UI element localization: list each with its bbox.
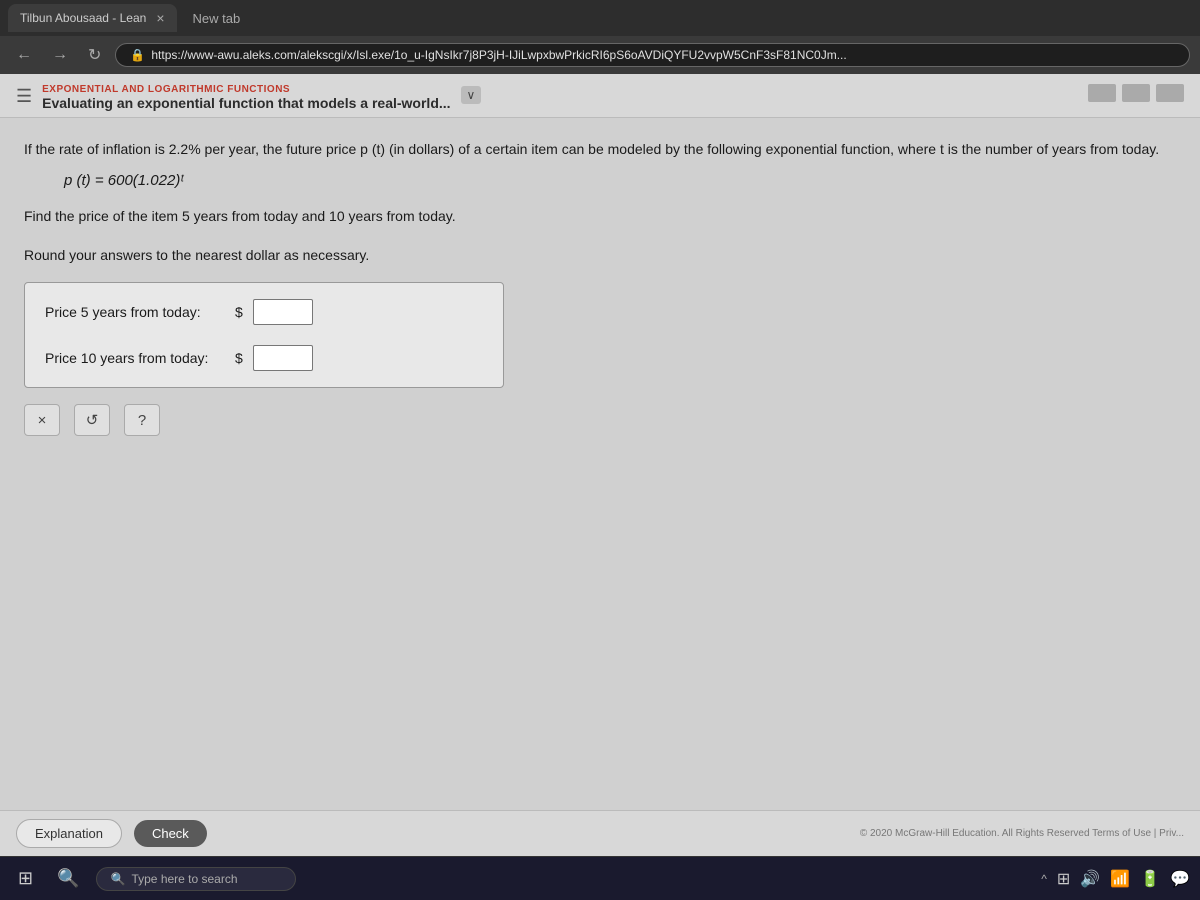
control-box-2 bbox=[1122, 84, 1150, 102]
control-box-3 bbox=[1156, 84, 1184, 102]
back-button[interactable]: ← bbox=[10, 44, 38, 66]
price-5-dollar: $ bbox=[235, 304, 243, 320]
aleks-header: ☰ EXPONENTIAL AND LOGARITHMIC FUNCTIONS … bbox=[0, 74, 1200, 118]
copyright-text: © 2020 McGraw-Hill Education. All Rights… bbox=[860, 828, 1184, 839]
taskbar-search-placeholder: Type here to search bbox=[131, 872, 237, 886]
undo-button[interactable]: ↺ bbox=[74, 404, 110, 436]
hamburger-icon[interactable]: ☰ bbox=[16, 86, 32, 107]
taskbar-icons: ^ ⊞ 🔊 📶 🔋 💬 bbox=[1041, 869, 1190, 889]
bottom-bar: Explanation Check © 2020 McGraw-Hill Edu… bbox=[0, 810, 1200, 856]
taskbar-search-bar[interactable]: 🔍 Type here to search bbox=[96, 867, 296, 891]
explanation-button[interactable]: Explanation bbox=[16, 819, 122, 848]
help-button[interactable]: ? bbox=[124, 404, 160, 436]
taskbar-icon-1[interactable]: ⊞ bbox=[1057, 869, 1070, 889]
address-text: https://www-awu.aleks.com/alekscgi/x/Isl… bbox=[151, 48, 846, 62]
price-10-dollar: $ bbox=[235, 350, 243, 366]
content-area: If the rate of inflation is 2.2% per yea… bbox=[0, 118, 1200, 810]
new-tab-button[interactable]: New tab bbox=[185, 7, 249, 30]
main-area: ☰ EXPONENTIAL AND LOGARITHMIC FUNCTIONS … bbox=[0, 74, 1200, 856]
header-text: EXPONENTIAL AND LOGARITHMIC FUNCTIONS Ev… bbox=[42, 84, 450, 111]
formula-display: p (t) = 600(1.022)ᵗ bbox=[64, 172, 1176, 189]
taskbar-icon-4[interactable]: 🔋 bbox=[1140, 869, 1160, 889]
check-button[interactable]: Check bbox=[134, 820, 207, 847]
chevron-button[interactable]: ∨ bbox=[461, 86, 482, 104]
price-5-input[interactable] bbox=[253, 299, 313, 325]
price-10-input[interactable] bbox=[253, 345, 313, 371]
search-button[interactable]: 🔍 bbox=[49, 864, 87, 893]
taskbar-icon-2[interactable]: 🔊 bbox=[1080, 869, 1100, 889]
browser-chrome: Tilbun Abousaad - Lean × New tab bbox=[0, 0, 1200, 36]
tab-title: Tilbun Abousaad - Lean bbox=[20, 11, 146, 25]
taskbar-icon-3[interactable]: 📶 bbox=[1110, 869, 1130, 889]
control-box-1 bbox=[1088, 84, 1116, 102]
taskbar-icon-5[interactable]: 💬 bbox=[1170, 869, 1190, 889]
price-10-row: Price 10 years from today: $ bbox=[45, 345, 483, 371]
price-5-row: Price 5 years from today: $ bbox=[45, 299, 483, 325]
price-10-label: Price 10 years from today: bbox=[45, 350, 225, 366]
clear-button[interactable]: × bbox=[24, 404, 60, 436]
address-bar-row: ← → ↻ 🔒 https://www-awu.aleks.com/aleksc… bbox=[0, 36, 1200, 74]
topic-label: EXPONENTIAL AND LOGARITHMIC FUNCTIONS bbox=[42, 84, 450, 95]
instruction-line1: Find the price of the item 5 years from … bbox=[24, 205, 1176, 227]
address-bar[interactable]: 🔒 https://www-awu.aleks.com/alekscgi/x/I… bbox=[115, 43, 1190, 67]
lock-icon: 🔒 bbox=[130, 48, 145, 62]
topic-title: Evaluating an exponential function that … bbox=[42, 95, 450, 111]
taskbar: ⊞ 🔍 🔍 Type here to search ^ ⊞ 🔊 📶 🔋 💬 bbox=[0, 856, 1200, 900]
taskbar-chevron-icon[interactable]: ^ bbox=[1041, 872, 1047, 886]
price-5-label: Price 5 years from today: bbox=[45, 304, 225, 320]
answer-box: Price 5 years from today: $ Price 10 yea… bbox=[24, 282, 504, 388]
action-buttons-row: × ↺ ? bbox=[24, 404, 1176, 436]
browser-tab[interactable]: Tilbun Abousaad - Lean × bbox=[8, 4, 177, 32]
instruction-line2: Round your answers to the nearest dollar… bbox=[24, 244, 1176, 266]
refresh-button[interactable]: ↻ bbox=[82, 43, 107, 67]
problem-intro: If the rate of inflation is 2.2% per yea… bbox=[24, 138, 1176, 160]
taskbar-search-icon: 🔍 bbox=[111, 872, 126, 886]
tab-close-button[interactable]: × bbox=[156, 10, 164, 26]
header-controls bbox=[1088, 84, 1184, 102]
forward-button[interactable]: → bbox=[46, 44, 74, 66]
formula-text: p (t) = 600(1.022)ᵗ bbox=[64, 172, 183, 189]
start-button[interactable]: ⊞ bbox=[10, 864, 41, 893]
